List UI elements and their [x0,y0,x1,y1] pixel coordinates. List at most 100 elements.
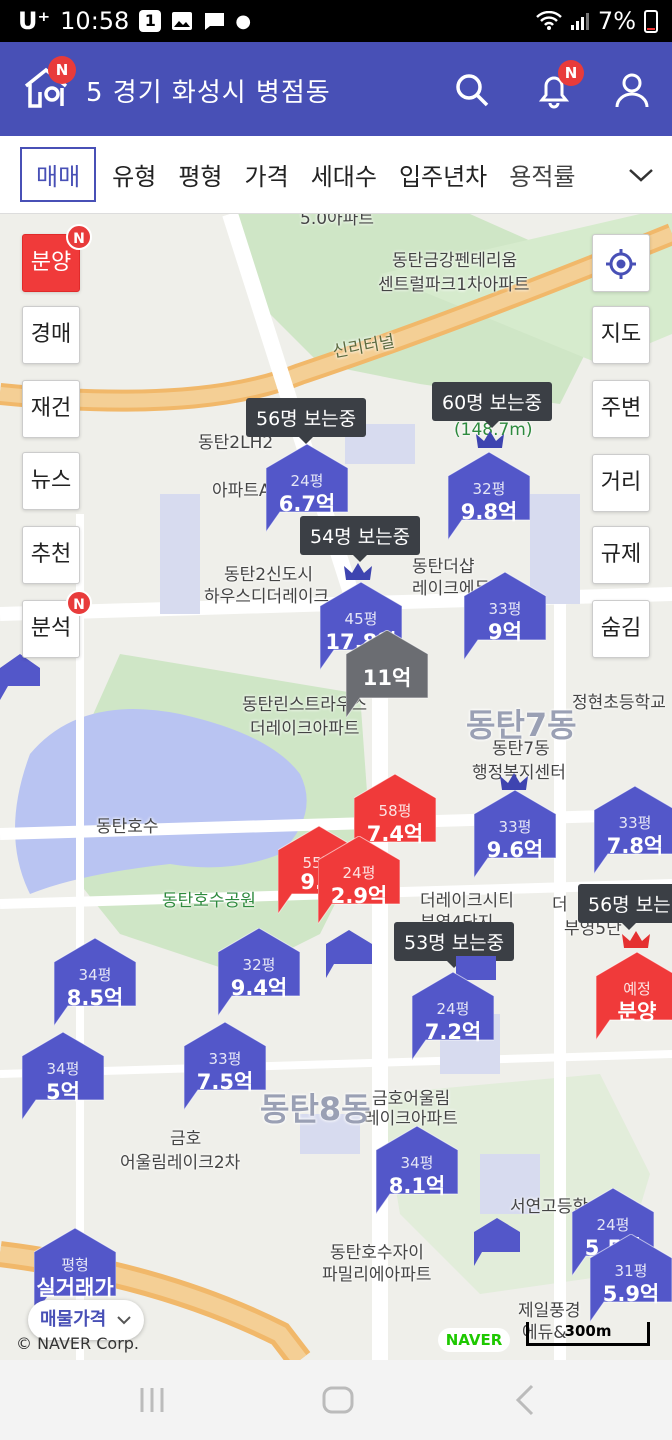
marker-price: 2.9억 [330,884,388,908]
map-label: 아파트A [212,481,271,501]
system-nav-bar [0,1360,672,1440]
map-label: 금호 [170,1129,202,1149]
map-label: 5.0아파트 [300,214,374,229]
marker-price: 분양 [617,1000,657,1024]
chevron-down-icon [116,1316,131,1325]
map-label: 동탄금강펜테리움 [392,251,518,271]
price-marker[interactable]: 11억 [346,630,428,718]
map-view[interactable]: 5.0아파트 동탄금강펜테리움 센트럴파크1차아파트 신리터널 (148.7m)… [0,214,672,1360]
crown-icon [500,773,528,790]
marker-price: 실거래가 [36,1276,114,1300]
price-marker[interactable]: 32평 9.8억 [448,452,530,540]
price-toggle-label: 매물가격 [40,1309,107,1330]
naver-logo: NAVER [438,1328,510,1352]
viewer-tooltip: 56명 보는 [578,884,672,930]
price-marker[interactable]: 34평 8.5억 [54,938,136,1026]
marker-price: 9.8억 [460,500,518,524]
location-title[interactable]: 5 경기 화성시 병점동 [86,72,331,109]
price-marker[interactable]: 33평 9억 [464,572,546,660]
recent-apps-icon[interactable] [138,1384,166,1416]
rebuild-button[interactable]: 재건 [22,380,80,438]
distance-button[interactable]: 거리 [592,454,650,512]
filter-households[interactable]: 세대수 [311,157,377,192]
small-marker[interactable] [326,930,372,978]
map-label: 동탄호수 [96,817,159,837]
map-label: 정현초등학교 [572,693,666,713]
marker-price: 8.5억 [66,986,124,1010]
price-marker[interactable]: 24평 6.7억 [266,444,348,532]
map-label: 동탄호수공원 [162,891,256,911]
nearby-button[interactable]: 주변 [592,380,650,438]
more-dot-icon: ● [235,10,252,32]
map-label: 더레이크아파트 [250,719,360,739]
wifi-icon [536,11,562,30]
marker-price: 6.7억 [278,492,336,516]
analysis-new-badge: N [66,590,92,616]
battery-level: 7% [597,7,636,35]
filter-type[interactable]: 유형 [112,157,156,192]
map-label: 파밀리에아파트 [322,1265,432,1285]
signal-icon [570,13,589,30]
app-bar: N 5 경기 화성시 병점동 N [0,42,672,136]
gallery-icon [172,12,193,30]
price-marker[interactable]: 31평 5.9억 [590,1234,672,1322]
marker-price: 7.5억 [196,1070,254,1094]
price-marker[interactable]: 24평 2.9억 [318,836,400,924]
map-label: 하우스디더레이크 [204,587,330,607]
marker-price: 9.6억 [486,838,544,862]
price-marker[interactable]: 34평 8.1억 [376,1126,458,1214]
notification-count-icon: 1 [139,10,162,32]
message-icon [204,13,225,30]
small-marker[interactable] [0,654,40,700]
marker-price: 8.1억 [388,1174,446,1198]
regulation-button[interactable]: 규제 [592,526,650,584]
bunyang-new-badge: N [66,224,92,250]
marker-price: 9.4억 [230,976,288,1000]
price-marker[interactable]: 32평 9.4억 [218,928,300,1016]
filter-far[interactable]: 용적률 [509,157,575,192]
auction-button[interactable]: 경매 [22,306,80,364]
price-marker[interactable]: 33평 7.5억 [184,1022,266,1110]
chevron-down-icon[interactable] [626,160,656,190]
copyright: © NAVER Corp. [16,1334,140,1353]
filter-trade-type[interactable]: 매매 [20,147,97,202]
price-marker[interactable]: 24평 7.2억 [412,972,494,1060]
alarm-new-badge: N [558,60,584,86]
price-marker[interactable]: 33평 9.6억 [474,790,556,878]
marker-price: 7.8억 [606,834,664,858]
price-marker[interactable]: 34평 5억 [22,1032,104,1120]
back-icon[interactable] [512,1382,540,1418]
status-bar: U⁺ 10:58 1 ● 7% [0,0,672,42]
recommend-button[interactable]: 추천 [22,526,80,584]
viewer-tooltip: 56명 보는중 [246,398,367,444]
scale-bar: 300m [526,1322,650,1346]
map-label: 더 [552,895,568,915]
map-type-button[interactable]: 지도 [592,306,650,364]
marker-price: 5.9억 [602,1282,660,1306]
price-marker[interactable]: 예정 분양 [596,952,672,1040]
crown-icon [344,563,372,580]
filter-move-in-year[interactable]: 입주년차 [399,157,487,192]
marker-price: 9억 [488,620,522,644]
crown-icon [622,931,650,948]
marker-price: 7.2억 [424,1020,482,1044]
hide-button[interactable]: 숨김 [592,600,650,658]
viewer-tooltip: 53명 보는중 [394,922,515,968]
crosshair-icon [606,249,636,279]
marker-price: 11억 [362,666,412,690]
viewer-tooltip: 60명 보는중 [432,382,553,428]
crown-icon [476,431,504,448]
filter-price[interactable]: 가격 [245,157,289,192]
small-marker[interactable] [474,1218,520,1266]
filter-bar: 매매 유형 평형 가격 세대수 입주년차 용적률 [0,136,672,214]
carrier-label: U⁺ [18,7,51,35]
current-location-button[interactable] [592,234,650,292]
user-icon[interactable] [612,70,652,110]
map-label: 동탄8동 [260,1090,371,1128]
price-marker[interactable]: 33평 7.8억 [594,786,672,874]
home-icon[interactable] [320,1382,356,1418]
filter-area[interactable]: 평형 [178,157,222,192]
news-button[interactable]: 뉴스 [22,452,80,510]
map-label: 동탄7동 [492,739,550,759]
search-icon[interactable] [452,70,492,110]
